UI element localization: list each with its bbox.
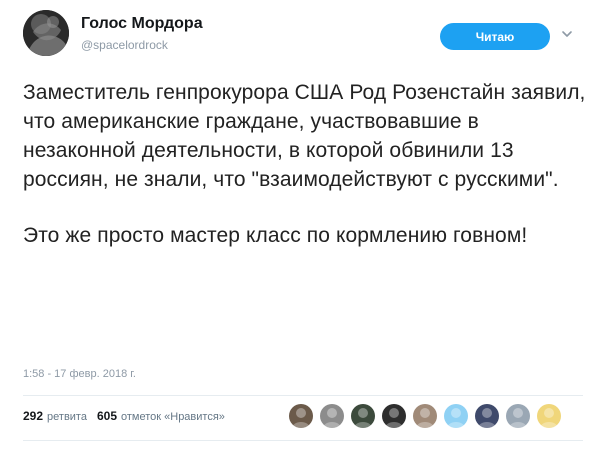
tweet-stats: 292 ретвита 605 отметок «Нравится»	[23, 409, 235, 423]
user-avatar-icon[interactable]	[288, 403, 314, 429]
likes-label: отметок «Нравится»	[121, 411, 225, 423]
user-avatar-icon[interactable]	[412, 403, 438, 429]
user-avatar-icon[interactable]	[443, 403, 469, 429]
tweet-paragraph: Заместитель генпрокурора США Род Розенст…	[23, 81, 586, 191]
tweet-timestamp[interactable]: 1:58 - 17 февр. 2018 г.	[23, 368, 136, 380]
retweets-stat[interactable]: 292 ретвита	[23, 409, 87, 423]
tweet-paragraph: Это же просто мастер класс по кормлению …	[23, 224, 528, 247]
likes-stat[interactable]: 605 отметок «Нравится»	[97, 409, 225, 423]
divider	[23, 395, 583, 396]
author-avatar[interactable]	[23, 10, 69, 56]
tweet-text: Заместитель генпрокурора США Род Розенст…	[23, 78, 588, 250]
retweets-label: ретвита	[47, 411, 87, 423]
chevron-down-icon[interactable]	[560, 27, 574, 41]
author-handle[interactable]: @spacelordrock	[81, 38, 168, 52]
following-button[interactable]: Читаю	[440, 23, 550, 50]
author-name[interactable]: Голос Мордора	[81, 15, 203, 33]
user-avatar-icon[interactable]	[350, 403, 376, 429]
user-avatar-icon[interactable]	[474, 403, 500, 429]
author-avatar-icon	[23, 10, 69, 56]
liker-avatars	[288, 403, 567, 429]
likes-count: 605	[96, 409, 117, 423]
user-avatar-icon[interactable]	[536, 403, 562, 429]
user-avatar-icon[interactable]	[505, 403, 531, 429]
user-avatar-icon[interactable]	[381, 403, 407, 429]
retweets-count: 292	[23, 409, 44, 423]
user-avatar-icon[interactable]	[319, 403, 345, 429]
divider	[23, 440, 583, 441]
